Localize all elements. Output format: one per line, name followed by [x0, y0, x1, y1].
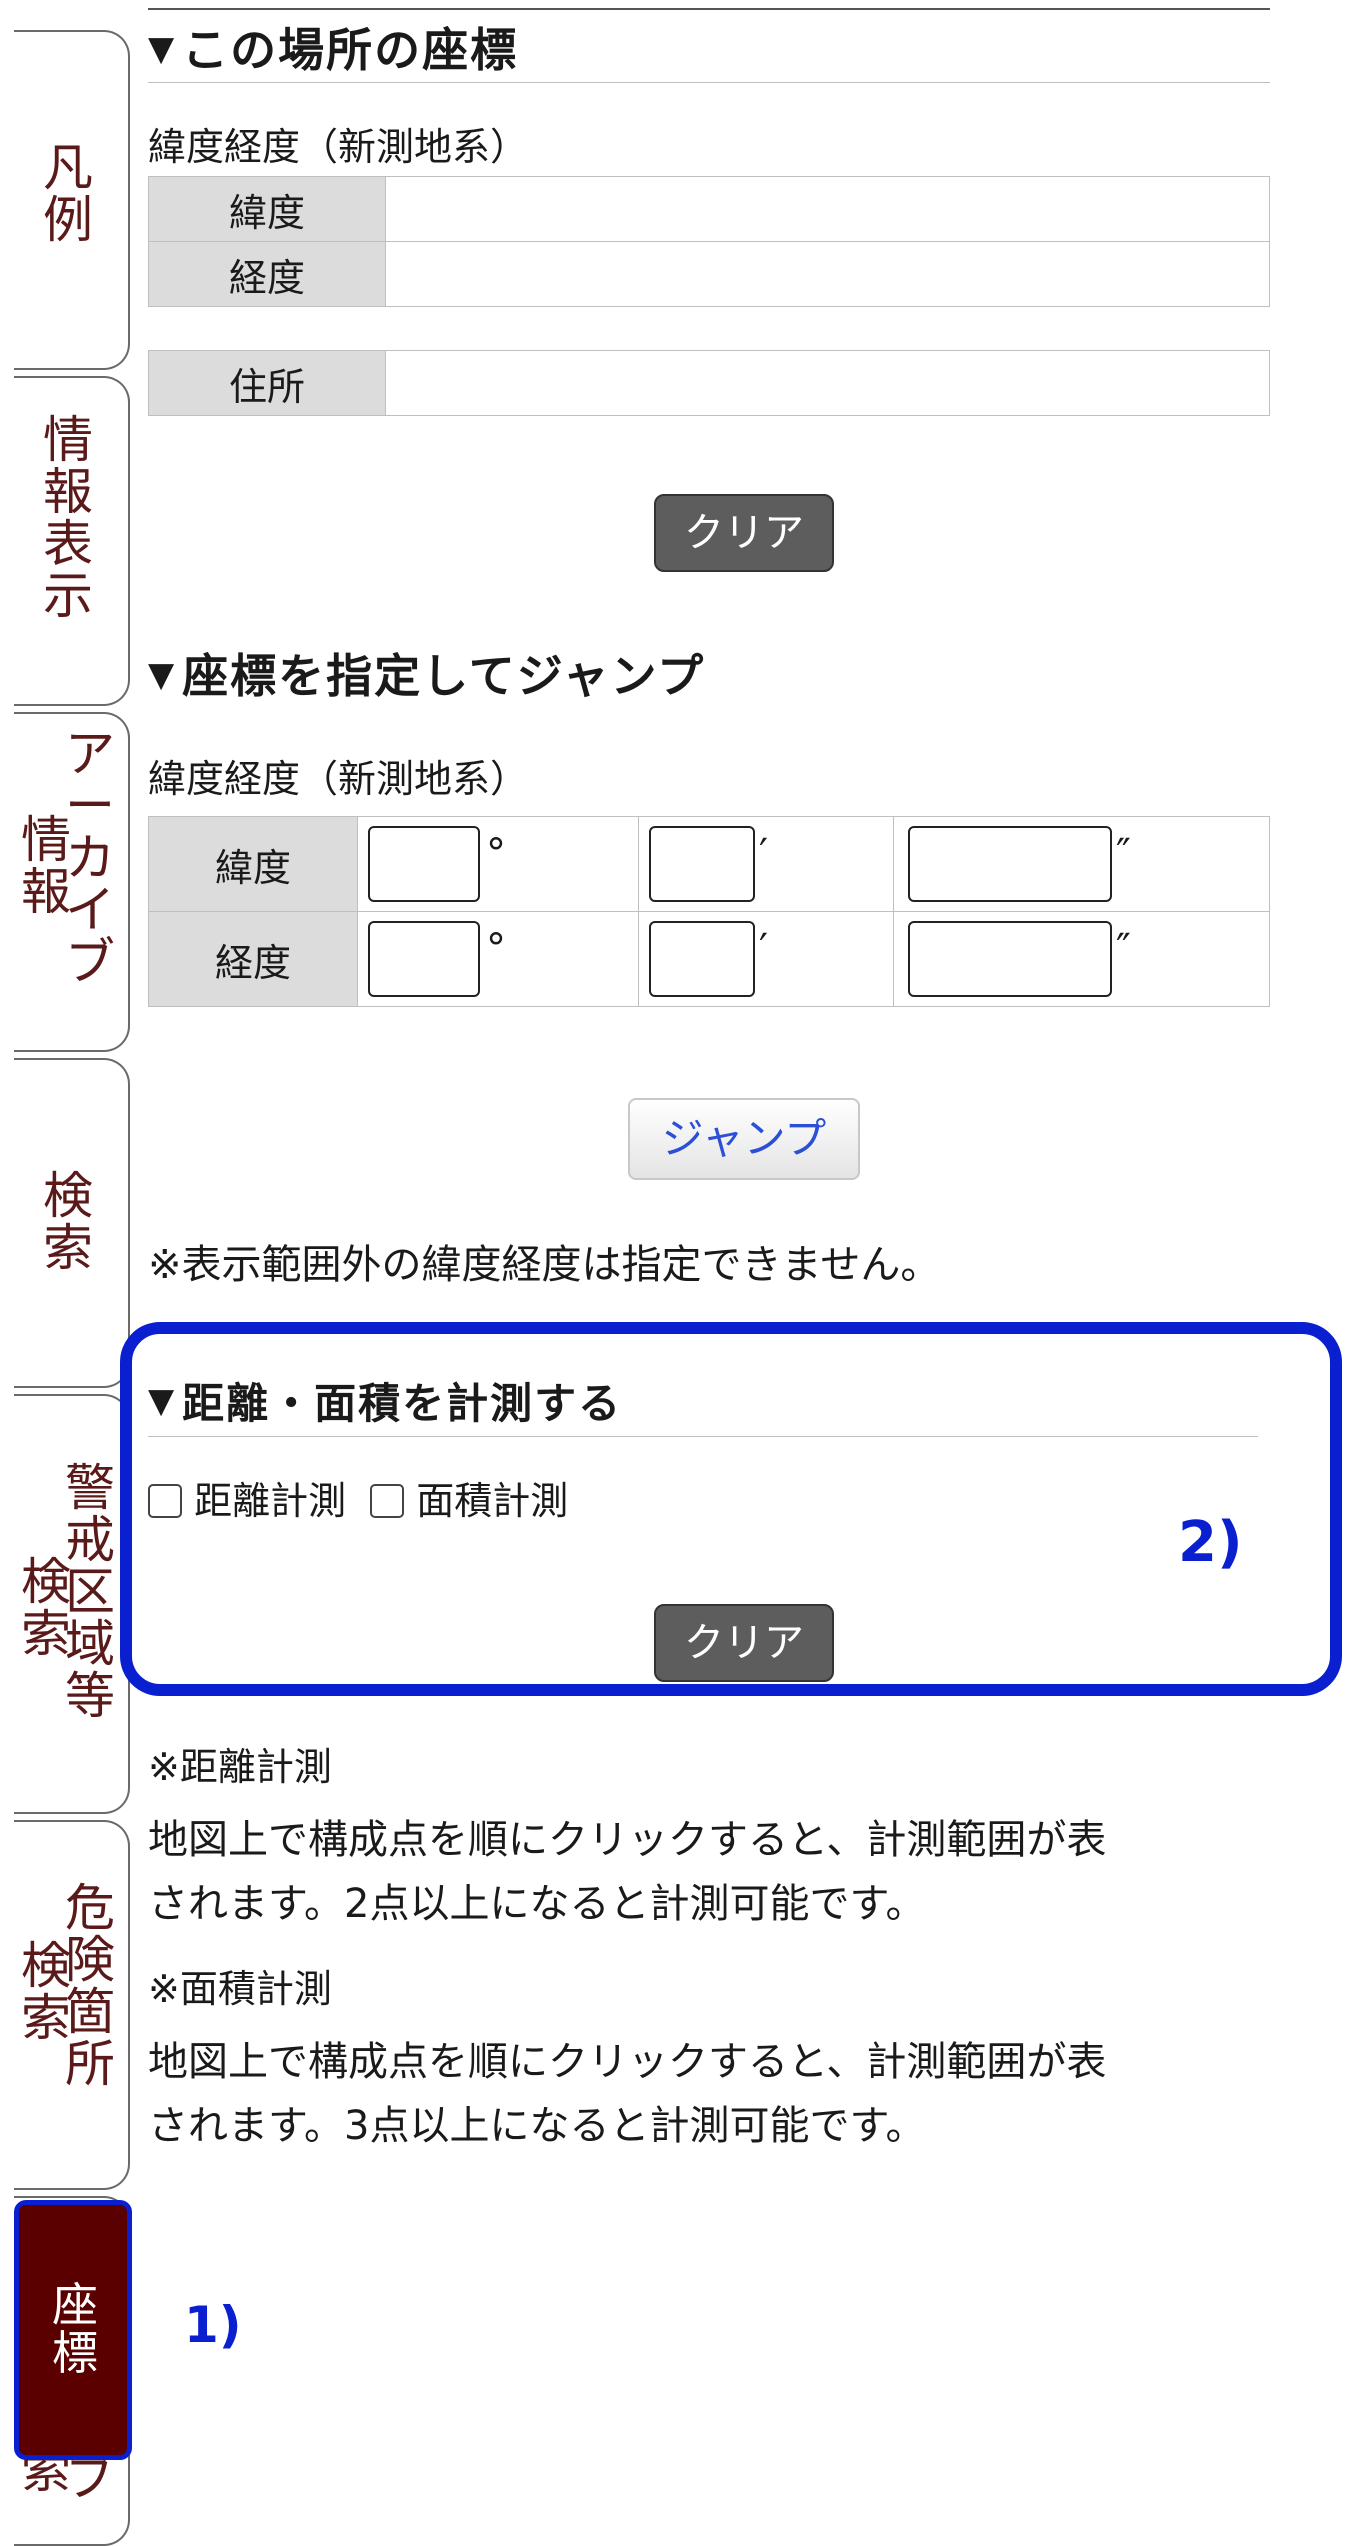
table-row: 経度 ° ′ ″: [148, 911, 1270, 1007]
lat-value: [385, 176, 1270, 242]
lat-minutes-input[interactable]: [649, 826, 755, 902]
tab-danger-spot-search[interactable]: 検索 危険箇所: [14, 1820, 130, 2190]
table-row: 緯度 ° ′ ″: [148, 816, 1270, 912]
tab-coordinates-label: 座標: [52, 2278, 98, 2380]
jump-subtitle: 緯度経度（新測地系）: [148, 757, 529, 801]
distance-help-heading: ※距離計測: [148, 1745, 332, 1789]
address-table: 住所: [148, 350, 1270, 416]
tab-archive-info-col2: アーカイブ: [65, 725, 115, 991]
lon-seconds-input[interactable]: [908, 921, 1112, 997]
tab-legend[interactable]: 凡例: [14, 30, 130, 370]
jump-title: 座標を指定してジャンプ: [182, 649, 706, 703]
distance-help-line2: されます。2点以上になると計測可能です。: [148, 1881, 926, 1927]
degree-unit: °: [486, 831, 506, 877]
lat-seconds-input[interactable]: [908, 826, 1112, 902]
lon-degrees-input[interactable]: [368, 921, 480, 997]
lat-degrees-input[interactable]: [368, 826, 480, 902]
tab-info-display[interactable]: 情報表示: [14, 376, 130, 706]
jump-lon-label: 経度: [148, 911, 358, 1007]
area-help-heading: ※面積計測: [148, 1967, 332, 2011]
minute-unit: ′: [759, 926, 769, 972]
collapse-triangle-icon: ▼: [148, 29, 177, 69]
coords-here-subtitle: 緯度経度（新測地系）: [148, 125, 529, 169]
jump-button[interactable]: ジャンプ: [628, 1098, 860, 1180]
lon-label: 経度: [148, 241, 386, 307]
lon-min-cell: ′: [638, 911, 894, 1007]
second-unit: ″: [1116, 926, 1131, 972]
side-tab-bar: 凡例 情報表示 情報 アーカイブ 検索 検索 警戒区域等 検索 危険箇所 情報検…: [0, 0, 136, 2546]
jump-note: ※表示範囲外の緯度経度は指定できません。: [148, 1242, 941, 1288]
tab-coordinates[interactable]: 座標: [14, 2200, 132, 2460]
jump-heading[interactable]: ▼ 座標を指定してジャンプ: [148, 640, 705, 706]
minute-unit: ′: [759, 831, 769, 877]
annotation-marker-2: 2): [1178, 1510, 1243, 1575]
jump-lat-label: 緯度: [148, 816, 358, 912]
coords-here-divider: [148, 82, 1270, 83]
table-row: 経度: [148, 241, 1270, 307]
area-help-line2: されます。3点以上になると計測可能です。: [148, 2103, 926, 2149]
table-row: 住所: [148, 350, 1270, 416]
annotation-marker-1: 1): [184, 2296, 242, 2354]
coords-here-clear-button[interactable]: クリア: [654, 494, 834, 572]
distance-help-line1: 地図上で構成点を順にクリックすると、計測範囲が表: [148, 1817, 1107, 1863]
lat-min-cell: ′: [638, 816, 894, 912]
lon-minutes-input[interactable]: [649, 921, 755, 997]
tab-danger-spot-search-col2: 危険箇所: [65, 1879, 115, 2093]
jump-input-table: 緯度 ° ′ ″ 経度 ° ′ ″: [148, 816, 1270, 1007]
lon-value: [385, 241, 1270, 307]
tab-info-display-label: 情報表示: [43, 411, 93, 625]
tab-search-label: 検索: [43, 1167, 93, 1277]
lat-sec-cell: ″: [893, 816, 1270, 912]
lat-label: 緯度: [148, 176, 386, 242]
tab-legend-label: 凡例: [43, 139, 93, 249]
second-unit: ″: [1116, 831, 1131, 877]
tab-warning-area-search[interactable]: 検索 警戒区域等: [14, 1394, 130, 1814]
coords-here-heading[interactable]: ▼ この場所の座標: [148, 14, 518, 80]
address-label: 住所: [148, 350, 386, 416]
measure-highlight-box: [120, 1322, 1342, 1696]
tab-archive-info[interactable]: 情報 アーカイブ: [14, 712, 130, 1052]
table-row: 緯度: [148, 176, 1270, 242]
lat-deg-cell: °: [357, 816, 639, 912]
tab-search[interactable]: 検索: [14, 1058, 130, 1388]
area-help-line1: 地図上で構成点を順にクリックすると、計測範囲が表: [148, 2039, 1107, 2085]
coords-here-title: この場所の座標: [182, 23, 519, 77]
tab-warning-area-search-col2: 警戒区域等: [65, 1459, 115, 1725]
lon-deg-cell: °: [357, 911, 639, 1007]
collapse-triangle-icon: ▼: [148, 655, 177, 695]
address-value: [385, 350, 1270, 416]
coords-here-table: 緯度 経度: [148, 176, 1270, 307]
degree-unit: °: [486, 926, 506, 972]
top-divider: [148, 8, 1270, 10]
lon-sec-cell: ″: [893, 911, 1270, 1007]
